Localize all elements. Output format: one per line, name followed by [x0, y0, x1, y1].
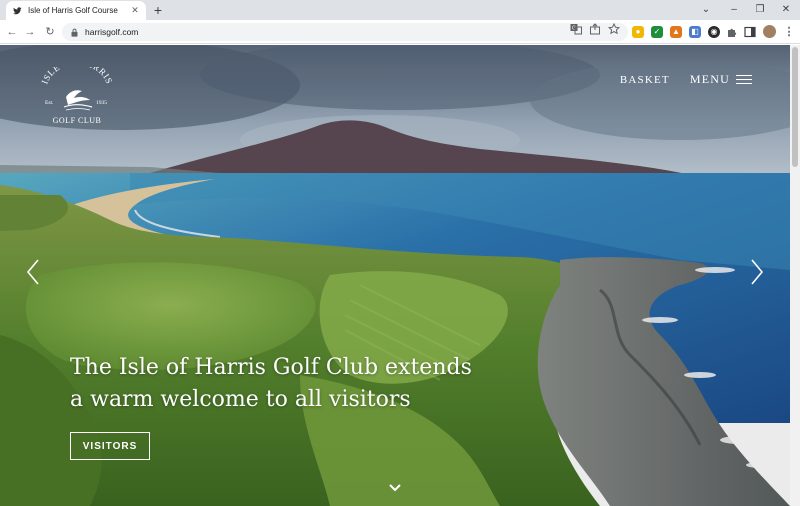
- translate-icon[interactable]: G: [570, 23, 582, 35]
- chevron-down-icon[interactable]: [388, 483, 402, 493]
- logo-est-text: Est.: [45, 100, 54, 106]
- close-window-icon[interactable]: ✕: [774, 3, 798, 17]
- puzzle-icon[interactable]: [726, 26, 738, 38]
- share-icon[interactable]: [589, 23, 601, 35]
- extension-check-icon[interactable]: ✓: [651, 26, 663, 38]
- hero-section: ISLE OF HARRIS Est. 1935 GOLF CLUB BASKE…: [0, 45, 790, 506]
- profile-avatar[interactable]: [763, 25, 776, 38]
- svg-text:ISLE OF HARRIS: ISLE OF HARRIS: [39, 67, 114, 85]
- chevron-down-icon[interactable]: ⌄: [694, 3, 718, 17]
- twitter-bird-icon: [12, 6, 22, 16]
- lock-icon: [71, 28, 78, 37]
- hero-headline: The Isle of Harris Golf Club extends a w…: [70, 355, 472, 412]
- url-text: harrisgolf.com: [85, 27, 139, 37]
- menu-button[interactable]: MENU: [690, 72, 752, 87]
- tab-title: Isle of Harris Golf Course: [28, 6, 118, 15]
- hamburger-icon: [736, 75, 752, 84]
- site-nav: BASKET MENU: [620, 72, 752, 87]
- visitors-button[interactable]: VISITORS: [70, 432, 150, 460]
- sidepanel-icon[interactable]: [744, 26, 756, 38]
- club-logo[interactable]: ISLE OF HARRIS Est. 1935 GOLF CLUB: [38, 67, 116, 129]
- chevron-right-icon[interactable]: [748, 257, 766, 287]
- logo-top-text: ISLE OF HARRIS: [39, 67, 114, 85]
- logo-bottom-text: GOLF CLUB: [53, 116, 102, 125]
- browser-tab[interactable]: Isle of Harris Golf Course ✕: [6, 1, 146, 20]
- close-icon[interactable]: ✕: [130, 5, 140, 16]
- extension-blue-icon[interactable]: ◧: [689, 26, 701, 38]
- back-arrow-icon[interactable]: ←: [4, 24, 20, 40]
- extension-yellow-icon[interactable]: ●: [632, 26, 644, 38]
- page-scrollbar[interactable]: [790, 45, 800, 506]
- forward-arrow-icon[interactable]: →: [22, 24, 38, 40]
- tab-strip: Isle of Harris Golf Course ✕ + ⌄ – ❐ ✕: [0, 0, 800, 20]
- star-icon[interactable]: [608, 23, 620, 35]
- logo-year-text: 1935: [96, 100, 107, 106]
- chevron-left-icon[interactable]: [24, 257, 42, 287]
- reload-icon[interactable]: ↻: [42, 24, 58, 40]
- browser-toolbar: ← → ↻ harrisgolf.com G ● ✓ ▲ ◧ ◉ ⋮: [0, 20, 800, 44]
- address-bar[interactable]: harrisgolf.com: [62, 23, 628, 41]
- basket-link[interactable]: BASKET: [620, 74, 670, 86]
- menu-label: MENU: [689, 72, 730, 86]
- restore-icon[interactable]: ❐: [748, 3, 772, 17]
- scrollbar-thumb[interactable]: [792, 47, 798, 167]
- minimize-icon[interactable]: –: [722, 3, 746, 17]
- kebab-menu-icon[interactable]: ⋮: [781, 24, 797, 40]
- extension-dark-icon[interactable]: ◉: [708, 26, 720, 38]
- plus-icon[interactable]: +: [150, 2, 166, 18]
- metamask-fox-icon[interactable]: ▲: [670, 26, 682, 38]
